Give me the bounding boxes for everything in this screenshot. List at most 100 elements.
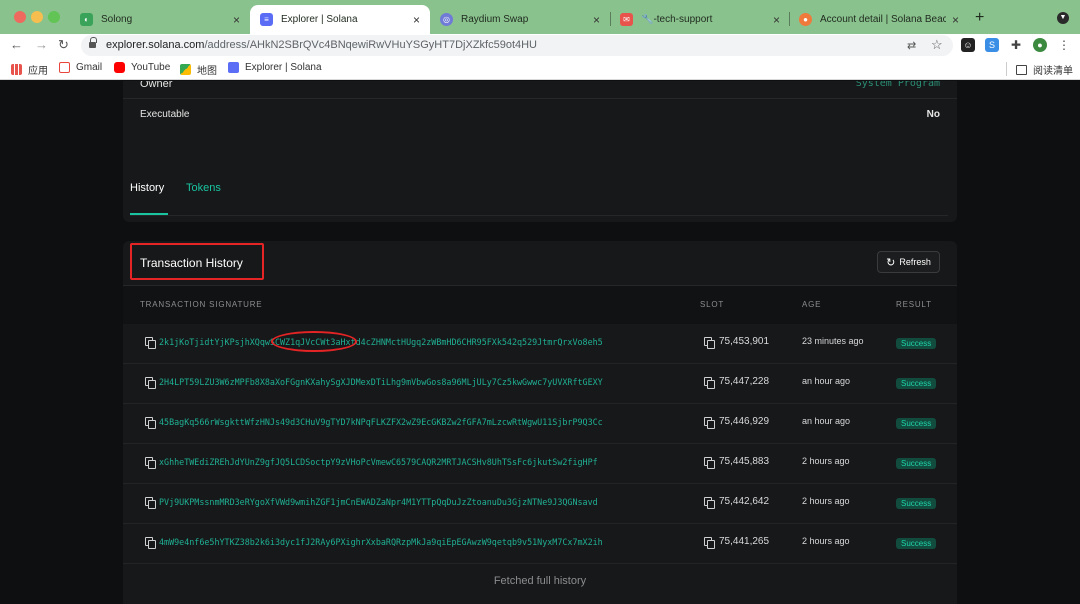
youtube-icon [114,62,125,73]
transaction-signature-link[interactable]: 4mW9e4nf6e5hYTKZ38b2k6i3dyc1fJ2RAy6PXigh… [159,537,675,547]
account-overview-card: Owner System Program Executable No [123,81,957,222]
status-badge: Success [896,498,937,509]
lock-icon [89,37,97,49]
table-header: TRANSACTION SIGNATURE SLOT AGE RESULT [123,286,957,324]
tab-close-icon[interactable]: × [593,13,600,27]
bookmark-star-icon[interactable]: ☆ [931,37,943,53]
copy-icon[interactable] [704,337,715,349]
owner-value-link[interactable]: System Program [856,81,940,89]
new-tab-icon[interactable]: + [975,9,984,27]
transaction-signature-link[interactable]: 45BagKq566rWsgkttWfzHNJs49d3CHuV9gTYD7kN… [159,417,675,427]
solana-favicon-icon: ≡ [260,13,273,26]
status-badge: Success [896,338,937,349]
bookmark-label: 应用 [28,66,48,77]
tab-close-icon[interactable]: × [233,13,240,27]
status-badge: Success [896,418,937,429]
reload-icon[interactable]: ↻ [58,37,69,53]
bookmark-explorer[interactable]: Explorer | Solana [228,62,322,73]
executable-label: Executable [140,109,190,120]
tab-search-icon[interactable]: ▼ [1057,12,1069,24]
transaction-signature-link[interactable]: xGhheTWEdiZREhJdYUnZ9gfJQ5LCDSoctpY9zVHo… [159,457,675,467]
browser-tab-bar: ◐ Solong × ≡ Explorer | Solana × ◎ Raydi… [0,0,1080,34]
transaction-history-card: Transaction History ↻ Refresh TRANSACTIO… [123,241,957,604]
transaction-signature-link[interactable]: 2k1jKoTjidtYjKPsjhXQqwSCWZ1qJVcCWt3aHxtd… [159,337,675,347]
extensions-puzzle-icon[interactable]: ✚ [1009,38,1023,52]
transaction-signature-link[interactable]: 2H4LPT59LZU3W6zMPFb8X8aXoFGgnKXahySgXJDM… [159,377,675,387]
card-title: Transaction History [140,256,243,270]
bookmarks-separator [1006,62,1007,76]
forward-icon[interactable]: → [35,37,48,52]
copy-icon[interactable] [704,457,715,469]
slot-link[interactable]: 75,446,929 [719,416,769,427]
tab-close-icon[interactable]: × [413,13,420,27]
bookmarks-bar: 应用 Gmail YouTube 地图 Explorer | Solana 阅读… [0,58,1080,80]
bookmark-label: Explorer | Solana [245,62,322,73]
browser-tab-solana-beach[interactable]: ● Account detail | Solana Beach × [789,5,969,34]
reading-list-icon [1016,64,1027,75]
slot-link[interactable]: 75,453,901 [719,336,769,347]
reading-list[interactable]: 阅读清单 [1016,62,1073,77]
gmail-icon [59,62,70,73]
tab-close-icon[interactable]: × [773,13,780,27]
bookmark-maps[interactable]: 地图 [180,62,217,77]
column-header-result: RESULT [896,300,932,309]
bookmark-label: Gmail [76,62,103,73]
copy-icon[interactable] [704,537,715,549]
extension-icon[interactable]: ☺ [961,38,975,52]
bookmark-apps[interactable]: 应用 [11,62,48,77]
table-row: PVj9UKPMssnmMRD3eRYgoXfVWd9wmihZGF1jmCnE… [123,484,957,524]
copy-icon[interactable] [145,537,156,549]
tab-history[interactable]: History [130,182,164,194]
table-row: 2k1jKoTjidtYjKPsjhXQqwSCWZ1qJVcCWt3aHxtd… [123,324,957,364]
url-text: explorer.solana.com/address/AHkN2SBrQVc4… [106,39,538,51]
bookmark-gmail[interactable]: Gmail [59,62,102,73]
window-close-button[interactable] [14,11,26,23]
copy-icon[interactable] [704,377,715,389]
reading-list-label: 阅读清单 [1033,66,1073,77]
slot-link[interactable]: 75,442,642 [719,496,769,507]
copy-icon[interactable] [145,457,156,469]
transaction-signature-link[interactable]: PVj9UKPMssnmMRD3eRYgoXfVWd9wmihZGF1jmCnE… [159,497,675,507]
browser-tab-explorer[interactable]: ≡ Explorer | Solana × [250,5,430,34]
tab-title: 🔧-tech-support [641,14,713,25]
profile-avatar-icon[interactable]: ● [1033,38,1047,52]
translate-icon[interactable]: ⇄ [907,39,916,52]
copy-icon[interactable] [704,417,715,429]
row-divider [123,98,957,99]
column-header-age: AGE [802,300,822,309]
slot-link[interactable]: 75,441,265 [719,536,769,547]
tab-title: Explorer | Solana [281,14,358,25]
copy-icon[interactable] [145,417,156,429]
browser-menu-icon[interactable]: ⋮ [1057,38,1071,52]
column-header-slot: SLOT [700,300,725,309]
browser-toolbar: ← → ↻ explorer.solana.com/address/AHkN2S… [0,34,1080,58]
browser-tab-solong[interactable]: ◐ Solong × [70,5,250,34]
window-zoom-button[interactable] [48,11,60,23]
apps-grid-icon [11,64,22,75]
copy-icon[interactable] [145,497,156,509]
age-text: an hour ago [802,416,851,426]
age-text: 23 minutes ago [802,336,864,346]
bookmark-youtube[interactable]: YouTube [114,62,170,73]
page-content: Owner System Program Executable No Histo… [0,81,1080,604]
status-badge: Success [896,458,937,469]
copy-icon[interactable] [145,337,156,349]
browser-tab-tech-support[interactable]: ✉ 🔧-tech-support × [610,5,790,34]
copy-icon[interactable] [704,497,715,509]
address-bar[interactable]: explorer.solana.com/address/AHkN2SBrQVc4… [81,35,953,56]
slot-link[interactable]: 75,447,228 [719,376,769,387]
extension-s-icon[interactable]: S [985,38,999,52]
back-icon[interactable]: ← [10,37,23,52]
copy-icon[interactable] [145,377,156,389]
slot-link[interactable]: 75,445,883 [719,456,769,467]
fetched-history-text: Fetched full history [493,575,587,587]
window-minimize-button[interactable] [31,11,43,23]
tab-tokens[interactable]: Tokens [186,182,221,194]
status-badge: Success [896,538,937,549]
tab-close-icon[interactable]: × [952,13,959,27]
tabs-divider [130,215,948,216]
refresh-button[interactable]: ↻ Refresh [877,251,940,273]
browser-tab-raydium[interactable]: ◎ Raydium Swap × [430,5,610,34]
solana-beach-favicon-icon: ● [799,13,812,26]
signature-annotation-oval [271,331,357,352]
